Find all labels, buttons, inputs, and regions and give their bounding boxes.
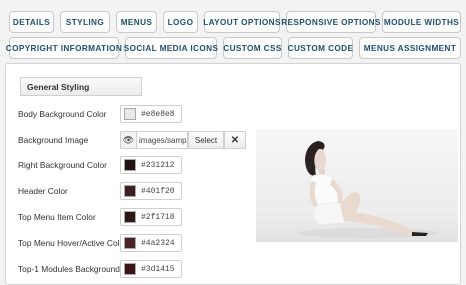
select-button[interactable]: Select	[188, 131, 224, 149]
close-icon[interactable]: ✕	[224, 131, 246, 149]
color-value: #e8e8e8	[141, 109, 175, 119]
tab-copyright-information[interactable]: COPYRIGHT INFORMATION	[6, 37, 122, 59]
top-menu-item-color-input[interactable]: #2f1718	[120, 208, 182, 226]
field-label: Top-1 Modules Background	[18, 264, 120, 274]
styling-panel: General Styling Body Background Color #e…	[5, 63, 461, 285]
background-image-field: 👁 images/sample Select ✕	[120, 131, 248, 149]
background-image-preview	[256, 129, 458, 242]
right-background-color-input[interactable]: #231212	[120, 156, 182, 174]
field-label: Top Menu Hover/Active Color	[18, 238, 127, 248]
top1-modules-background-input[interactable]: #3d1415	[120, 260, 182, 278]
field-label: Background Image	[18, 135, 89, 145]
field-label: Right Background Color	[18, 160, 107, 170]
background-image-path-input[interactable]: images/sample	[136, 131, 188, 149]
tab-social-media-icons[interactable]: SOCIAL MEDIA ICONS	[124, 37, 218, 59]
color-value: #231212	[141, 160, 175, 170]
tab-module-widths[interactable]: MODULE WIDTHS	[382, 11, 461, 33]
color-swatch[interactable]	[124, 263, 136, 275]
color-swatch[interactable]	[124, 185, 136, 197]
tab-details[interactable]: DETAILS	[9, 11, 54, 33]
tab-menus[interactable]: MENUS	[116, 11, 157, 33]
color-swatch[interactable]	[124, 108, 136, 120]
header-color-input[interactable]: #401f20	[120, 182, 182, 200]
tab-styling[interactable]: STYLING	[60, 11, 110, 33]
color-swatch[interactable]	[124, 159, 136, 171]
section-header: General Styling	[20, 77, 142, 96]
color-swatch[interactable]	[124, 211, 136, 223]
tab-custom-css[interactable]: CUSTOM CSS	[223, 37, 282, 59]
color-value: #401f20	[141, 186, 175, 196]
body-background-color-input[interactable]: #e8e8e8	[120, 105, 182, 123]
field-label: Header Color	[18, 186, 68, 196]
color-value: #3d1415	[141, 264, 175, 274]
color-value: #2f1718	[141, 212, 175, 222]
field-label: Body Background Color	[18, 109, 107, 119]
color-swatch[interactable]	[124, 237, 136, 249]
eye-icon[interactable]: 👁	[120, 131, 136, 149]
tab-menus-assignment[interactable]: MENUS ASSIGNMENT	[359, 37, 461, 59]
tab-responsive-options[interactable]: RESPONSIVE OPTIONS	[281, 11, 380, 33]
top-menu-hover-color-input[interactable]: #4a2324	[120, 234, 182, 252]
photo-illustration	[256, 141, 458, 242]
field-label: Top Menu Item Color	[18, 212, 96, 222]
tab-layout-options[interactable]: LAYOUT OPTIONS	[203, 11, 280, 33]
color-value: #4a2324	[141, 238, 175, 248]
tab-logo[interactable]: LOGO	[163, 11, 198, 33]
tab-custom-code[interactable]: CUSTOM CODE	[288, 37, 353, 59]
